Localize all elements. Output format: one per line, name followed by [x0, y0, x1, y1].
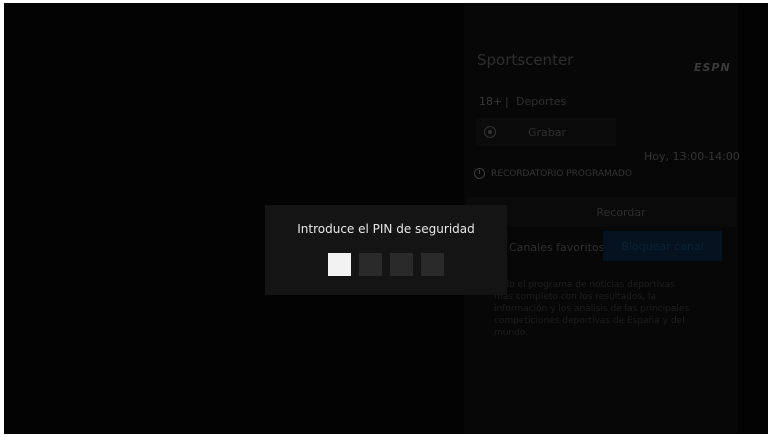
- reminder-status: RECORDATORIO PROGRAMADO: [474, 168, 632, 179]
- program-title: Sportscenter: [477, 51, 574, 69]
- record-label: Grabar: [528, 125, 567, 139]
- pin-digit-2[interactable]: [359, 253, 382, 276]
- pin-digit-1[interactable]: [328, 253, 351, 276]
- program-time: Hoy, 13:00-14:00: [644, 150, 740, 163]
- favorites-button[interactable]: Canales favoritos: [509, 241, 604, 254]
- reminder-status-label: RECORDATORIO PROGRAMADO: [491, 168, 632, 179]
- pin-digit-3[interactable]: [390, 253, 413, 276]
- program-description: Todo el programa de noticias deportivas …: [494, 280, 690, 338]
- record-button[interactable]: Grabar: [476, 118, 616, 146]
- meta-separator: |: [505, 95, 509, 108]
- pin-dialog: Introduce el PIN de seguridad: [265, 205, 507, 295]
- age-rating: 18+: [479, 95, 503, 108]
- record-icon: [484, 126, 496, 138]
- pin-digit-4[interactable]: [421, 253, 444, 276]
- pin-dialog-title: Introduce el PIN de seguridad: [297, 222, 475, 236]
- channel-logo: ESPN: [694, 61, 731, 74]
- tv-screen: Sportscenter ESPN 18+ | Deportes Grabar …: [4, 3, 768, 434]
- block-channel-label: Bloquear canal: [621, 239, 704, 253]
- block-channel-button[interactable]: Bloquear canal: [603, 231, 722, 261]
- remind-label: Recordar: [596, 205, 646, 219]
- program-genre: Deportes: [516, 95, 567, 108]
- pin-input[interactable]: [328, 253, 444, 276]
- alarm-clock-icon: [474, 168, 485, 179]
